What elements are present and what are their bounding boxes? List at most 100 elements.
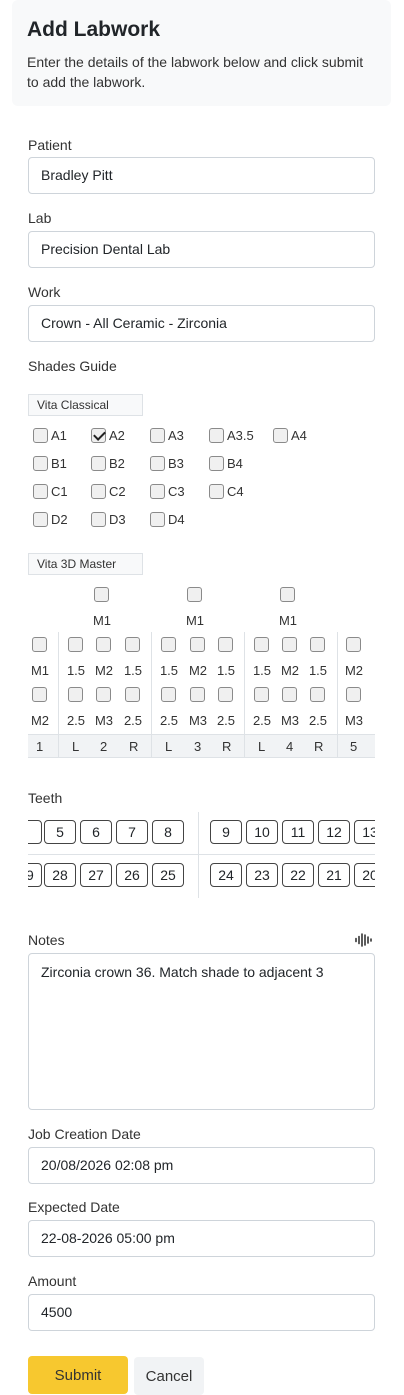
job-creation-date-input[interactable]: 20/08/2026 02:08 pm xyxy=(28,1147,375,1184)
vita3d-top-checkbox[interactable] xyxy=(94,587,109,602)
tooth-27[interactable]: 27 xyxy=(80,863,112,887)
shade-option-c1[interactable]: C1 xyxy=(33,484,68,499)
vita3d-top-checkbox[interactable] xyxy=(280,587,295,602)
shade-option-d3[interactable]: D3 xyxy=(91,512,126,527)
tooth-9[interactable]: 9 xyxy=(210,820,242,844)
shade-option-b2[interactable]: B2 xyxy=(91,456,125,471)
shade-label: A3 xyxy=(168,428,184,443)
lab-input[interactable]: Precision Dental Lab xyxy=(28,231,375,268)
shade-option-d2[interactable]: D2 xyxy=(33,512,68,527)
tooth-20[interactable]: 20 xyxy=(354,863,375,887)
vita3d-checkbox[interactable] xyxy=(161,687,176,702)
vita3d-checkbox[interactable] xyxy=(282,687,297,702)
work-input[interactable]: Crown - All Ceramic - Zirconia xyxy=(28,305,375,342)
tooth-29[interactable]: 29 xyxy=(28,863,42,887)
shade-option-a3-5[interactable]: A3.5 xyxy=(209,428,254,443)
shade-checkbox[interactable] xyxy=(91,428,106,443)
vita3d-row2-label: 2.5 xyxy=(123,713,143,728)
shade-checkbox[interactable] xyxy=(209,428,224,443)
patient-input[interactable]: Bradley Pitt xyxy=(28,157,375,194)
submit-button[interactable]: Submit xyxy=(28,1356,128,1394)
shade-label: B2 xyxy=(109,456,125,471)
shade-checkbox[interactable] xyxy=(273,428,288,443)
shade-option-c2[interactable]: C2 xyxy=(91,484,126,499)
vita3d-checkbox[interactable] xyxy=(310,637,325,652)
shade-option-b3[interactable]: B3 xyxy=(150,456,184,471)
tooth-21[interactable]: 21 xyxy=(318,863,350,887)
tooth-24[interactable]: 24 xyxy=(210,863,242,887)
tooth-26[interactable]: 26 xyxy=(116,863,148,887)
expected-date-input[interactable]: 22-08-2026 05:00 pm xyxy=(28,1220,375,1257)
tooth-10[interactable]: 10 xyxy=(246,820,278,844)
tooth-13[interactable]: 13 xyxy=(354,820,375,844)
tooth-7[interactable]: 7 xyxy=(116,820,148,844)
tooth-8[interactable]: 8 xyxy=(152,820,184,844)
shade-option-a3[interactable]: A3 xyxy=(150,428,184,443)
shade-checkbox[interactable] xyxy=(91,456,106,471)
tooth-6[interactable]: 6 xyxy=(80,820,112,844)
vita3d-checkbox[interactable] xyxy=(218,637,233,652)
tooth-partial[interactable] xyxy=(28,820,42,844)
amount-input[interactable]: 4500 xyxy=(28,1294,375,1331)
vita3d-bottom-label: L xyxy=(72,739,80,754)
tooth-28[interactable]: 28 xyxy=(44,863,76,887)
tooth-25[interactable]: 25 xyxy=(152,863,184,887)
vita3d-checkbox[interactable] xyxy=(310,687,325,702)
vita3d-checkbox[interactable] xyxy=(96,687,111,702)
vita3d-row1-label: 1.5 xyxy=(216,663,236,678)
vita3d-checkbox[interactable] xyxy=(190,637,205,652)
shade-option-b1[interactable]: B1 xyxy=(33,456,67,471)
vita3d-checkbox[interactable] xyxy=(68,687,83,702)
vita3d-row1-label: M2 xyxy=(344,663,364,678)
cancel-button[interactable]: Cancel xyxy=(134,1357,204,1395)
vita3d-checkbox[interactable] xyxy=(68,637,83,652)
shade-option-a4[interactable]: A4 xyxy=(273,428,307,443)
vita3d-checkbox[interactable] xyxy=(190,687,205,702)
shade-option-c4[interactable]: C4 xyxy=(209,484,244,499)
tooth-11[interactable]: 11 xyxy=(282,820,314,844)
shade-checkbox[interactable] xyxy=(91,484,106,499)
tooth-23[interactable]: 23 xyxy=(246,863,278,887)
tooth-5[interactable]: 5 xyxy=(44,820,76,844)
vita3d-bottom-label: 1 xyxy=(36,739,44,754)
vita3d-checkbox[interactable] xyxy=(346,687,361,702)
shade-label: B1 xyxy=(51,456,67,471)
vita3d-checkbox[interactable] xyxy=(125,687,140,702)
tooth-12[interactable]: 12 xyxy=(318,820,350,844)
vita3d-top-checkbox[interactable] xyxy=(187,587,202,602)
shade-checkbox[interactable] xyxy=(150,456,165,471)
vita3d-checkbox[interactable] xyxy=(282,637,297,652)
shade-checkbox[interactable] xyxy=(150,484,165,499)
shade-checkbox[interactable] xyxy=(33,484,48,499)
vita3d-row1-label: 1.5 xyxy=(159,663,179,678)
vita3d-bottom-label: 3 xyxy=(194,739,202,754)
shade-checkbox[interactable] xyxy=(150,428,165,443)
vita3d-checkbox[interactable] xyxy=(218,687,233,702)
voice-input-icon[interactable] xyxy=(354,932,374,948)
vita3d-checkbox[interactable] xyxy=(346,637,361,652)
shade-option-a2[interactable]: A2 xyxy=(91,428,125,443)
shade-option-a1[interactable]: A1 xyxy=(33,428,67,443)
vita3d-checkbox[interactable] xyxy=(32,687,47,702)
shade-checkbox[interactable] xyxy=(209,484,224,499)
vita3d-checkbox[interactable] xyxy=(32,637,47,652)
shade-label: A4 xyxy=(291,428,307,443)
shade-checkbox[interactable] xyxy=(209,456,224,471)
shade-checkbox[interactable] xyxy=(91,512,106,527)
shade-checkbox[interactable] xyxy=(33,428,48,443)
vita3d-checkbox[interactable] xyxy=(254,637,269,652)
shade-checkbox[interactable] xyxy=(33,456,48,471)
vita3d-bottom-label: R xyxy=(129,739,139,754)
shade-checkbox[interactable] xyxy=(150,512,165,527)
vita3d-checkbox[interactable] xyxy=(254,687,269,702)
vita3d-bottom-label: L xyxy=(165,739,173,754)
vita3d-checkbox[interactable] xyxy=(161,637,176,652)
shade-option-c3[interactable]: C3 xyxy=(150,484,185,499)
tooth-22[interactable]: 22 xyxy=(282,863,314,887)
shade-option-b4[interactable]: B4 xyxy=(209,456,243,471)
vita3d-checkbox[interactable] xyxy=(125,637,140,652)
vita3d-checkbox[interactable] xyxy=(96,637,111,652)
notes-textarea[interactable]: Zirconia crown 36. Match shade to adjace… xyxy=(28,953,375,1110)
shade-checkbox[interactable] xyxy=(33,512,48,527)
shade-option-d4[interactable]: D4 xyxy=(150,512,185,527)
